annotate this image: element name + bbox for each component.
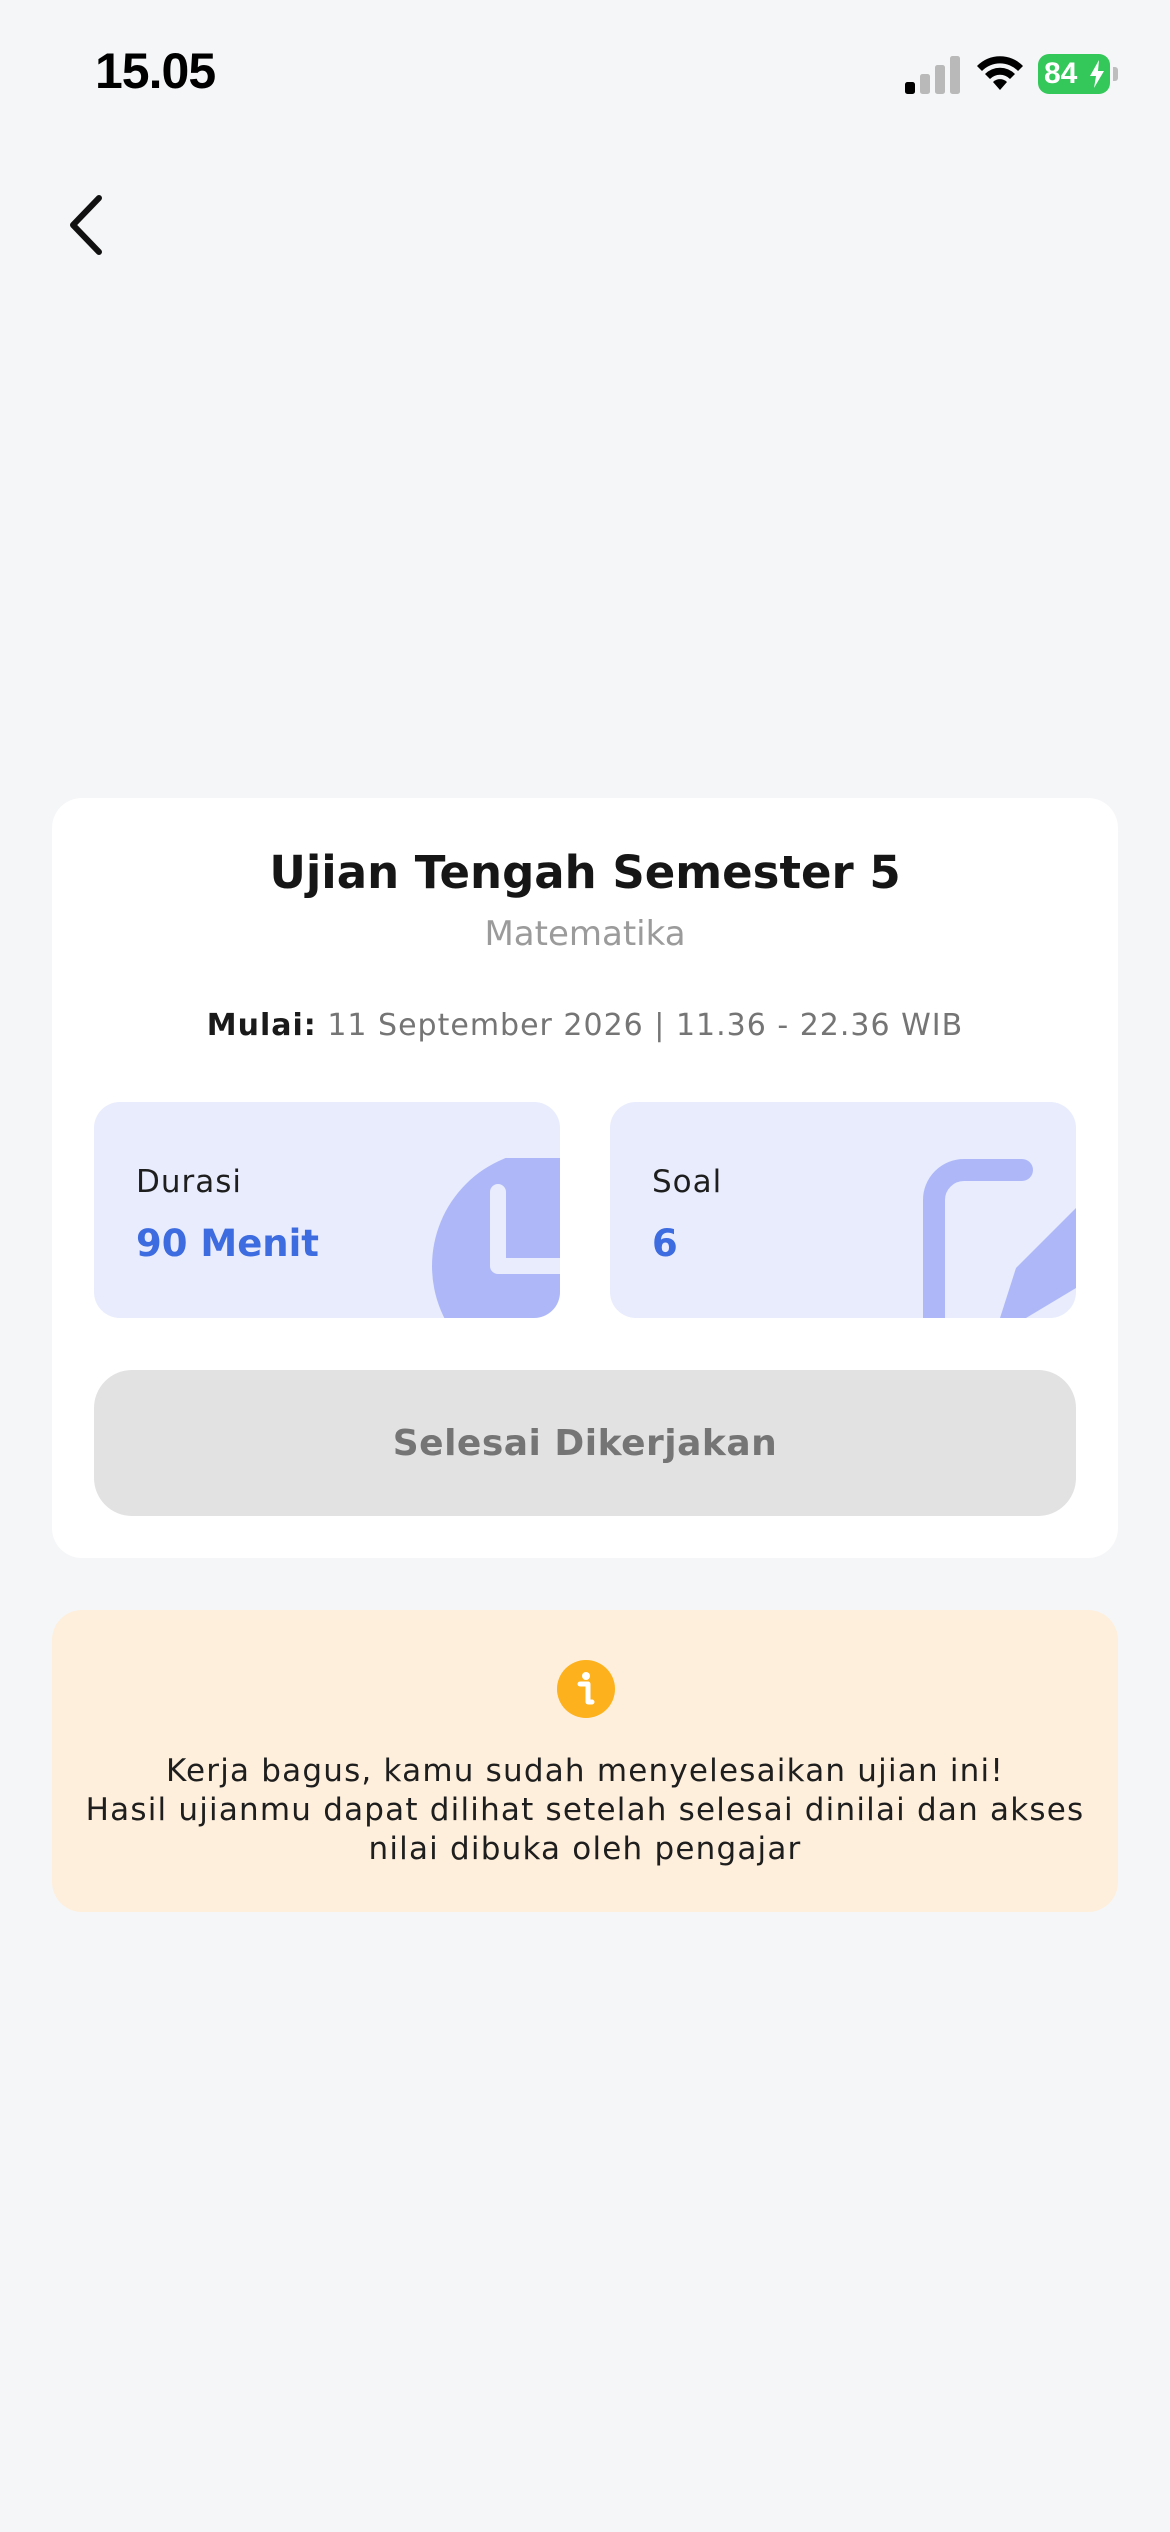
exam-detail-screen: 15.05 84 Ujian Tengah Semester 5 Matemat… <box>0 0 1170 2532</box>
info-icon <box>557 1660 615 1718</box>
status-bar: 15.05 84 <box>0 0 1170 140</box>
questions-tile: Soal 6 <box>610 1102 1076 1318</box>
notice-line-3: nilai dibuka oleh pengajar <box>368 1831 802 1867</box>
duration-value: 90 Menit <box>136 1222 319 1265</box>
duration-tile: Durasi 90 Menit <box>94 1102 560 1318</box>
schedule-value: 11 September 2026 | 11.36 - 22.36 WIB <box>327 1008 964 1043</box>
notice-line-2: Hasil ujianmu dapat dilihat setelah sele… <box>85 1792 1085 1828</box>
back-button[interactable] <box>50 185 120 265</box>
clock-icon <box>432 1158 560 1318</box>
questions-label: Soal <box>652 1164 723 1200</box>
charging-bolt-icon <box>1090 60 1104 88</box>
exam-card: Ujian Tengah Semester 5 Matematika Mulai… <box>52 798 1118 1558</box>
wifi-icon <box>977 56 1023 90</box>
finished-exam-button[interactable]: Selesai Dikerjakan <box>94 1370 1076 1516</box>
status-time: 15.05 <box>95 43 216 99</box>
exam-subject: Matematika <box>484 914 686 954</box>
pencil-square-icon <box>923 1159 1076 1318</box>
notice-message: Kerja bagus, kamu sudah menyelesaikan uj… <box>52 1752 1118 1869</box>
battery-level: 84 <box>1044 57 1078 90</box>
duration-label: Durasi <box>136 1164 243 1200</box>
chevron-left-icon <box>70 195 102 255</box>
notice-line-1: Kerja bagus, kamu sudah menyelesaikan uj… <box>166 1753 1004 1789</box>
exam-schedule: Mulai: 11 September 2026 | 11.36 - 22.36… <box>52 1008 1118 1043</box>
battery-indicator: 84 <box>1038 54 1118 94</box>
exam-title: Ujian Tengah Semester 5 <box>269 846 901 899</box>
questions-value: 6 <box>652 1222 678 1265</box>
completion-notice: Kerja bagus, kamu sudah menyelesaikan uj… <box>52 1610 1118 1912</box>
cellular-signal-icon <box>905 56 960 94</box>
battery-cap <box>1113 67 1118 81</box>
schedule-label: Mulai: <box>206 1008 317 1043</box>
